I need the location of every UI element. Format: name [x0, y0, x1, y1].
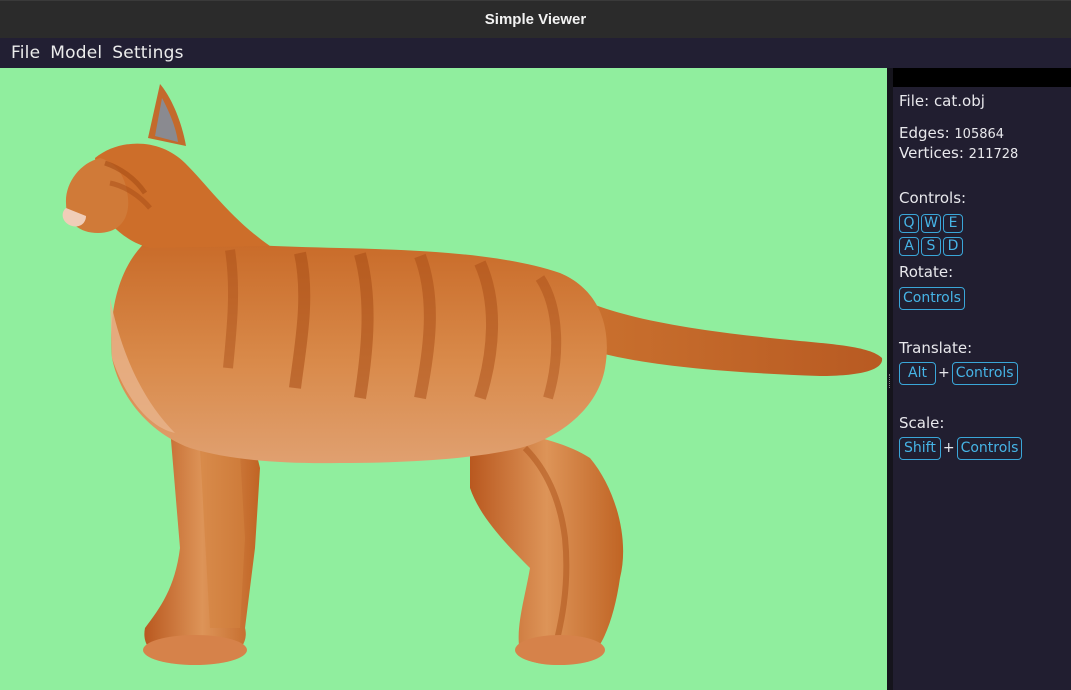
file-label: File: [899, 92, 930, 110]
vertices-value: 211728 [968, 147, 1019, 162]
key-e[interactable]: E [943, 214, 963, 233]
key-a[interactable]: A [899, 237, 919, 256]
vertices-row: Vertices: 211728 [899, 144, 1018, 162]
controls-row-2: ASD [899, 236, 965, 256]
translate-label: Translate: [899, 339, 973, 357]
rotate-label: Rotate: [899, 263, 954, 281]
translate-alt-key[interactable]: Alt [899, 362, 936, 385]
panel-header-strip [893, 68, 1071, 87]
scale-row: Shift + Controls [899, 437, 1023, 460]
edges-row: Edges: 105864 [899, 124, 1004, 142]
window-title: Simple Viewer [484, 11, 587, 28]
vertices-label: Vertices: [899, 144, 964, 162]
cat-icon [62, 84, 883, 665]
key-d[interactable]: D [943, 237, 963, 256]
window-titlebar: Simple Viewer [0, 0, 1071, 38]
scale-plus: + [942, 440, 955, 456]
menu-bar: File Model Settings [0, 38, 1071, 68]
scale-label: Scale: [899, 414, 945, 432]
menu-model[interactable]: Model [45, 43, 107, 63]
file-value: cat.obj [933, 92, 985, 110]
edges-value: 105864 [954, 127, 1005, 142]
menu-file[interactable]: File [6, 43, 45, 63]
splitter-grip-icon [889, 374, 891, 388]
key-q[interactable]: Q [899, 214, 919, 233]
translate-controls-key[interactable]: Controls [951, 362, 1018, 385]
translate-plus: + [937, 365, 950, 381]
3d-viewport[interactable] [0, 68, 887, 690]
cat-model-render [62, 84, 883, 665]
info-panel: File: cat.obj Edges: 105864 Vertices: 21… [893, 87, 1071, 690]
file-row: File: cat.obj [899, 92, 985, 110]
rotate-controls-key[interactable]: Controls [899, 287, 965, 310]
key-w[interactable]: W [921, 214, 941, 233]
menu-settings[interactable]: Settings [107, 43, 188, 63]
controls-heading: Controls: [899, 189, 967, 207]
scale-shift-key[interactable]: Shift [899, 437, 941, 460]
controls-row-1: QWE [899, 213, 965, 233]
key-s[interactable]: S [921, 237, 941, 256]
scale-controls-key[interactable]: Controls [956, 437, 1023, 460]
rotate-row: Controls [899, 287, 965, 310]
translate-row: Alt + Controls [899, 362, 1018, 385]
edges-label: Edges: [899, 124, 950, 142]
